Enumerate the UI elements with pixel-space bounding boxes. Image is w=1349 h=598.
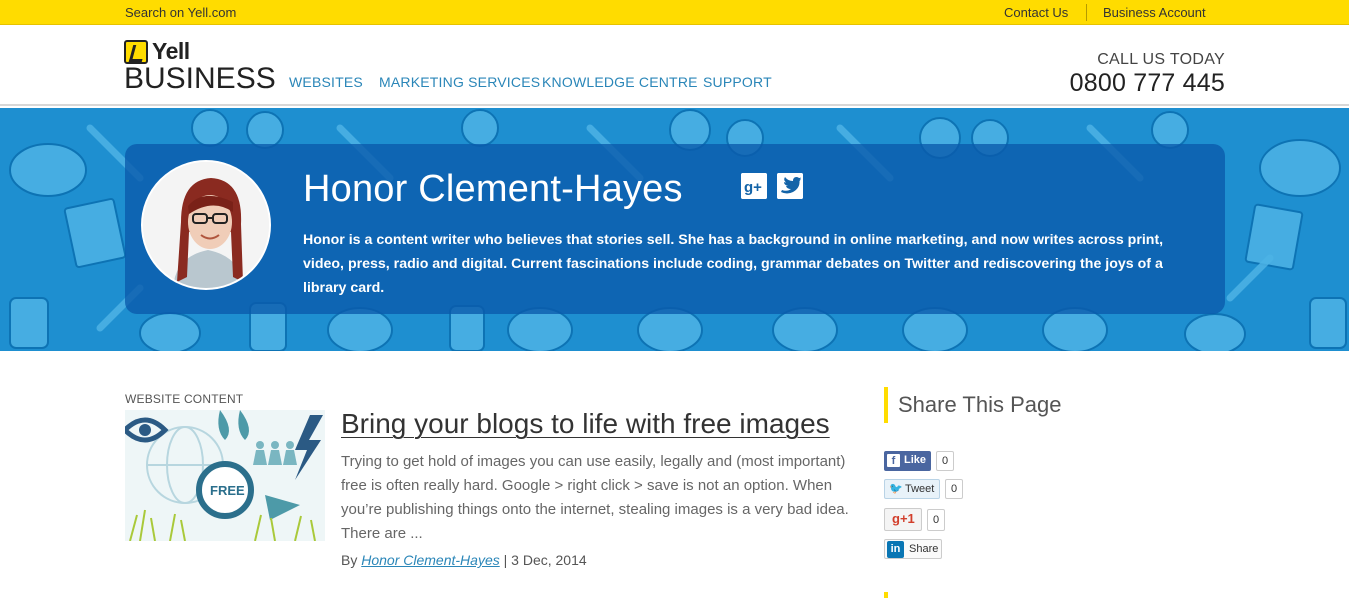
author-name: Honor Clement-Hayes xyxy=(303,168,683,210)
logo-text-yell: Yell xyxy=(152,38,190,64)
byline-author-link[interactable]: Honor Clement-Hayes xyxy=(361,552,500,568)
search-yell-link[interactable]: Search on Yell.com xyxy=(125,5,236,20)
facebook-like-button[interactable]: f Like xyxy=(884,451,931,471)
linkedin-share-label: Share xyxy=(909,543,939,555)
thumb-free-badge: FREE xyxy=(210,483,245,498)
yell-logo-icon xyxy=(124,40,148,64)
business-account-link[interactable]: Business Account xyxy=(1103,5,1206,20)
tweet-count: 0 xyxy=(945,479,964,499)
tweet-button[interactable]: 🐦 Tweet xyxy=(884,479,940,499)
next-section-accent xyxy=(884,592,888,598)
topbar-divider xyxy=(1086,4,1087,21)
like-count: 0 xyxy=(936,451,955,471)
call-us-block: CALL US TODAY 0800 777 445 xyxy=(1070,51,1225,98)
byline-date: | 3 Dec, 2014 xyxy=(503,552,587,568)
share-heading: Share This Page xyxy=(884,387,1061,423)
top-bar: Search on Yell.com Contact Us Business A… xyxy=(0,0,1349,25)
gplus-count: 0 xyxy=(927,509,946,531)
phone-number[interactable]: 0800 777 445 xyxy=(1070,69,1225,98)
contact-us-link[interactable]: Contact Us xyxy=(1004,5,1068,20)
author-hero-banner: Honor Clement-Hayes g+ Honor is a conten… xyxy=(0,108,1349,351)
svg-text:g+: g+ xyxy=(744,179,762,196)
google-plus-icon[interactable]: g+ xyxy=(741,173,767,199)
author-avatar[interactable] xyxy=(141,160,271,290)
gplus-label: g+1 xyxy=(892,511,915,526)
logo-text-business: BUSINESS xyxy=(124,62,276,95)
twitter-bird-icon: 🐦 xyxy=(889,483,903,495)
facebook-icon: f xyxy=(887,454,900,467)
call-us-label: CALL US TODAY xyxy=(1097,51,1225,68)
site-header: Yell BUSINESS WEBSITES MARKETING SERVICE… xyxy=(0,26,1349,106)
linkedin-share-button[interactable]: in Share xyxy=(884,539,942,559)
google-plus-one-button[interactable]: g+1 xyxy=(884,508,922,531)
nav-support[interactable]: SUPPORT xyxy=(703,74,772,90)
article-category[interactable]: WEBSITE CONTENT xyxy=(125,392,243,406)
tweet-label: Tweet xyxy=(905,483,935,495)
author-profile-card: Honor Clement-Hayes g+ Honor is a conten… xyxy=(125,144,1225,314)
yell-business-logo[interactable]: Yell BUSINESS xyxy=(124,38,276,95)
byline-by-label: By xyxy=(341,552,358,568)
article-byline: By Honor Clement-Hayes | 3 Dec, 2014 xyxy=(341,552,587,568)
linkedin-icon: in xyxy=(887,541,904,558)
nav-knowledge-centre[interactable]: KNOWLEDGE CENTRE xyxy=(542,74,698,90)
nav-websites[interactable]: WEBSITES xyxy=(289,74,363,90)
like-label: Like xyxy=(904,454,927,466)
article-excerpt: Trying to get hold of images you can use… xyxy=(341,453,849,542)
nav-marketing-services[interactable]: MARKETING SERVICES xyxy=(379,74,540,90)
article-title-link[interactable]: Bring your blogs to life with free image… xyxy=(341,408,830,440)
twitter-icon[interactable] xyxy=(777,173,803,199)
author-bio: Honor is a content writer who believes t… xyxy=(303,232,1164,296)
article-thumbnail[interactable]: FREE xyxy=(125,410,325,541)
